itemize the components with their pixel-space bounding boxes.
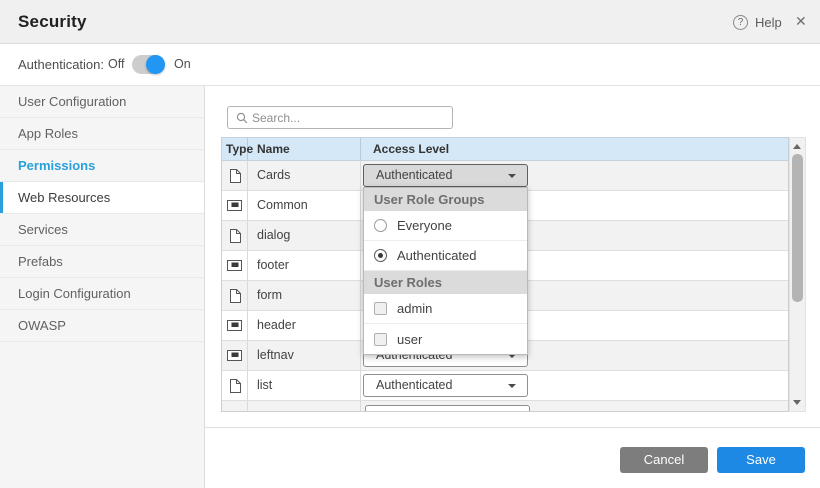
access-level-dropdown[interactable]: Authenticated xyxy=(363,164,528,187)
cancel-button[interactable]: Cancel xyxy=(620,447,708,473)
table-row-clipped xyxy=(222,401,788,412)
authentication-label: Authentication: xyxy=(18,44,104,85)
partial-icon xyxy=(227,350,242,361)
save-button[interactable]: Save xyxy=(717,447,805,473)
resource-name: list xyxy=(248,371,361,400)
search-box xyxy=(227,106,453,129)
chevron-down-icon xyxy=(508,384,516,388)
sidebar-item-web-resources[interactable]: Web Resources xyxy=(0,182,204,214)
radio-button[interactable] xyxy=(374,219,387,232)
page-icon xyxy=(229,169,241,183)
group-header-user-role-groups: User Role Groups xyxy=(364,188,527,211)
page-title: Security xyxy=(18,0,87,43)
search-input[interactable] xyxy=(252,108,448,127)
vertical-scrollbar[interactable] xyxy=(789,137,806,412)
checkbox[interactable] xyxy=(374,302,387,315)
chevron-down-icon xyxy=(508,174,516,178)
column-header-name: Name xyxy=(248,138,361,160)
footer-divider xyxy=(205,427,820,428)
table-row: list Authenticated xyxy=(222,371,788,401)
option-authenticated[interactable]: Authenticated xyxy=(364,241,527,271)
table-header: Type Name Access Level xyxy=(221,137,789,161)
page-icon xyxy=(229,289,241,303)
column-header-access-level: Access Level xyxy=(361,138,788,160)
toggle-off-label: Off xyxy=(108,44,124,85)
page-icon xyxy=(229,379,241,393)
column-header-type: Type xyxy=(222,138,248,160)
toggle-knob xyxy=(146,55,165,74)
access-level-dropdown[interactable] xyxy=(365,405,530,412)
option-admin[interactable]: admin xyxy=(364,294,527,324)
search-icon xyxy=(236,112,248,124)
resource-name: form xyxy=(248,281,361,310)
sidebar-item-user-configuration[interactable]: User Configuration xyxy=(0,86,204,118)
sidebar-item-app-roles[interactable]: App Roles xyxy=(0,118,204,150)
help-button[interactable]: ? Help xyxy=(733,0,782,44)
help-label: Help xyxy=(755,15,782,30)
toggle-on-label: On xyxy=(174,44,191,85)
checkbox[interactable] xyxy=(374,333,387,346)
sidebar-item-owasp[interactable]: OWASP xyxy=(0,310,204,342)
option-everyone[interactable]: Everyone xyxy=(364,211,527,241)
partial-icon xyxy=(227,200,242,211)
sidebar-item-permissions[interactable]: Permissions xyxy=(0,150,204,182)
scrollbar-thumb[interactable] xyxy=(792,154,803,302)
resource-name: Cards xyxy=(248,161,361,190)
partial-icon xyxy=(227,260,242,271)
scroll-down-icon[interactable] xyxy=(793,400,801,405)
radio-button-selected[interactable] xyxy=(374,249,387,262)
scroll-up-icon[interactable] xyxy=(793,144,801,149)
title-bar: Security ? Help ✕ xyxy=(0,0,820,44)
sidebar-item-login-configuration[interactable]: Login Configuration xyxy=(0,278,204,310)
option-user[interactable]: user xyxy=(364,324,527,354)
close-icon[interactable]: ✕ xyxy=(795,0,807,44)
authentication-bar: Authentication: Off On xyxy=(0,44,820,86)
resource-name: dialog xyxy=(248,221,361,250)
help-icon: ? xyxy=(733,15,748,30)
group-header-user-roles: User Roles xyxy=(364,271,527,294)
sidebar-item-services[interactable]: Services xyxy=(0,214,204,246)
page-icon xyxy=(229,229,241,243)
access-level-dropdown[interactable]: Authenticated xyxy=(363,374,528,397)
sidebar-item-prefabs[interactable]: Prefabs xyxy=(0,246,204,278)
sidebar: User Configuration App Roles Permissions… xyxy=(0,86,205,488)
resource-name: Common xyxy=(248,191,361,220)
resource-name: header xyxy=(248,311,361,340)
resource-name: leftnav xyxy=(248,341,361,370)
authentication-toggle[interactable] xyxy=(132,55,165,74)
partial-icon xyxy=(227,320,242,331)
resource-name: footer xyxy=(248,251,361,280)
access-level-dropdown-panel: User Role Groups Everyone Authenticated … xyxy=(363,187,528,355)
